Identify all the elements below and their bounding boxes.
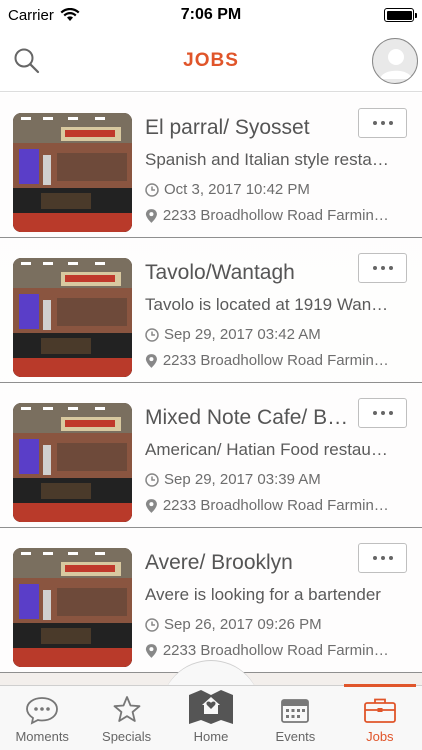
job-date: Sep 29, 2017 03:39 AM xyxy=(164,471,321,488)
job-thumbnail xyxy=(13,258,132,377)
tab-bar: Moments Specials Home Events Jobs xyxy=(0,684,422,750)
job-card[interactable]: Tavolo/Wantagh Tavolo is located at 1919… xyxy=(0,238,422,383)
job-title: Mixed Note Cafe/ Brooklyn xyxy=(145,406,355,429)
status-bar: Carrier 7:06 PM xyxy=(0,0,422,30)
carrier-label: Carrier xyxy=(8,6,54,24)
job-card[interactable]: Mixed Note Cafe/ Brooklyn American/ Hati… xyxy=(0,383,422,528)
tab-label: Jobs xyxy=(366,729,394,744)
location-pin-icon xyxy=(145,353,157,368)
tab-moments[interactable]: Moments xyxy=(0,686,84,750)
clock-icon xyxy=(145,327,159,342)
job-location-row: 2233 Broadhollow Road Farmingdale xyxy=(145,642,390,659)
location-pin-icon xyxy=(145,208,157,223)
location-pin-icon xyxy=(145,643,157,658)
job-date: Sep 29, 2017 03:42 AM xyxy=(164,326,321,343)
search-button[interactable] xyxy=(12,46,42,76)
more-options-button[interactable] xyxy=(358,398,407,428)
job-location: 2233 Broadhollow Road Farmingdale xyxy=(162,497,390,514)
tab-label: Specials xyxy=(102,729,152,744)
chat-bubble-icon xyxy=(26,697,59,725)
more-dots-icon xyxy=(372,556,377,560)
job-card[interactable]: El parral/ Syosset Spanish and Italian s… xyxy=(0,93,422,238)
tab-label: Events xyxy=(275,729,316,744)
tab-label: Moments xyxy=(15,729,69,744)
clock-icon xyxy=(145,472,159,487)
briefcase-icon xyxy=(363,698,396,723)
calendar-icon xyxy=(281,699,310,723)
job-description: American/ Hatian Food restaurant xyxy=(145,440,390,459)
job-date: Sep 26, 2017 09:26 PM xyxy=(164,616,322,633)
job-location-row: 2233 Broadhollow Road Farmingdale xyxy=(145,207,390,224)
wifi-icon xyxy=(60,8,80,21)
job-thumbnail xyxy=(13,403,132,522)
tab-label: Home xyxy=(193,729,229,744)
job-card[interactable]: Avere/ Brooklyn Avere is looking for a b… xyxy=(0,528,422,673)
profile-avatar-button[interactable] xyxy=(372,38,418,84)
job-location: 2233 Broadhollow Road Farmingdale xyxy=(162,207,390,224)
job-location-row: 2233 Broadhollow Road Farmingdale xyxy=(145,497,390,514)
job-description: Avere is looking for a bartender xyxy=(145,585,381,604)
job-location-row: 2233 Broadhollow Road Farmingdale xyxy=(145,352,390,369)
location-pin-icon xyxy=(145,498,157,513)
job-description: Spanish and Italian style restaurant xyxy=(145,150,390,169)
tab-home[interactable]: Home xyxy=(169,686,253,750)
star-icon xyxy=(113,696,141,722)
job-date-row: Sep 29, 2017 03:39 AM xyxy=(145,471,390,488)
tab-specials[interactable]: Specials xyxy=(84,686,168,750)
job-date: Oct 3, 2017 10:42 PM xyxy=(164,181,310,198)
job-title: El parral/ Syosset xyxy=(145,116,310,139)
tab-jobs[interactable]: Jobs xyxy=(338,684,422,750)
header: JOBS xyxy=(0,30,422,92)
search-icon xyxy=(14,48,40,74)
job-location: 2233 Broadhollow Road Farmingdale xyxy=(162,352,390,369)
clock-icon xyxy=(145,617,159,632)
job-thumbnail xyxy=(13,113,132,232)
tab-events[interactable]: Events xyxy=(253,686,337,750)
battery-icon xyxy=(384,8,417,22)
more-options-button[interactable] xyxy=(358,543,407,573)
more-options-button[interactable] xyxy=(358,108,407,138)
status-left: Carrier xyxy=(8,7,80,24)
job-title: Avere/ Brooklyn xyxy=(145,551,293,574)
job-title: Tavolo/Wantagh xyxy=(145,261,295,284)
page-title: JOBS xyxy=(183,49,239,71)
job-description: Tavolo is located at 1919 Wantagh xyxy=(145,295,390,314)
more-dots-icon xyxy=(372,121,377,125)
job-list[interactable]: El parral/ Syosset Spanish and Italian s… xyxy=(0,93,422,685)
job-location: 2233 Broadhollow Road Farmingdale xyxy=(162,642,390,659)
map-home-icon xyxy=(189,690,234,724)
job-date-row: Oct 3, 2017 10:42 PM xyxy=(145,181,390,198)
user-avatar-icon xyxy=(380,49,412,79)
clock-icon xyxy=(145,182,159,197)
more-options-button[interactable] xyxy=(358,253,407,283)
job-date-row: Sep 26, 2017 09:26 PM xyxy=(145,616,390,633)
job-date-row: Sep 29, 2017 03:42 AM xyxy=(145,326,390,343)
more-dots-icon xyxy=(372,266,377,270)
job-thumbnail xyxy=(13,548,132,667)
more-dots-icon xyxy=(372,411,377,415)
